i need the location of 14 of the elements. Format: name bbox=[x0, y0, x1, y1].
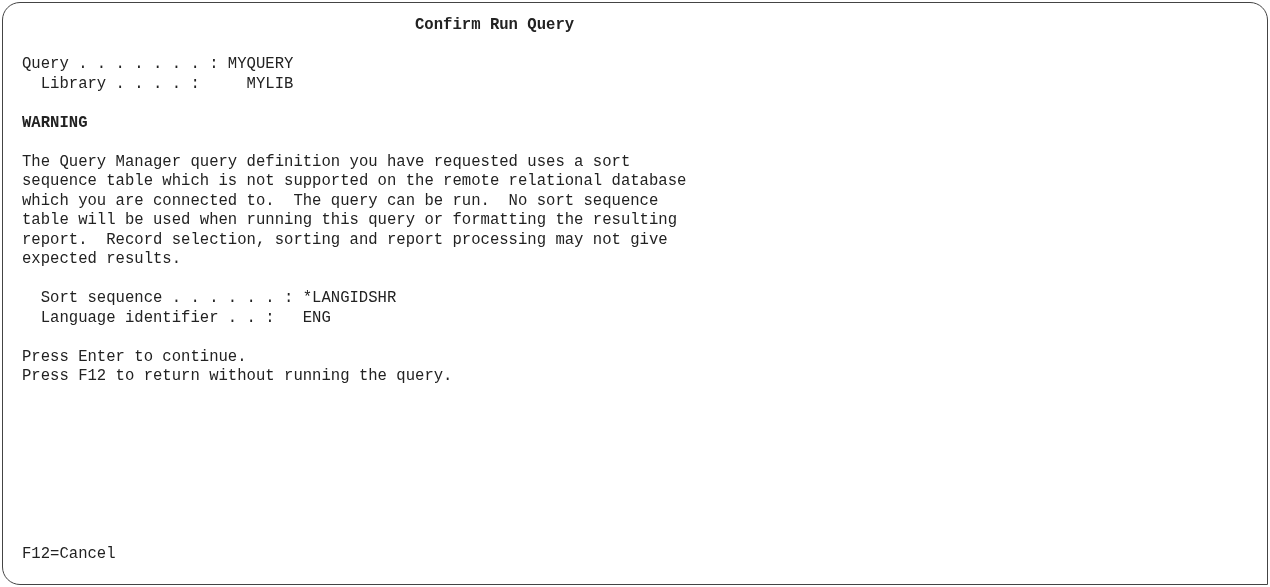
field-value: *LANGIDSHR bbox=[302, 289, 397, 309]
field-label: Query . . . . . . . : bbox=[22, 55, 220, 75]
instruction-text: Press Enter to continue. bbox=[22, 347, 248, 367]
field-label: Sort sequence . . . . . . : bbox=[40, 289, 295, 309]
warning-heading: WARNING bbox=[22, 113, 88, 133]
function-key-label: F12=Cancel bbox=[22, 544, 116, 563]
screen-title: Confirm Run Query bbox=[414, 16, 575, 36]
warning-message: The Query Manager query definition you have requested uses a sort sequence table which is not supported on the remote relational database which you are connected to. The query can be run. No sort sequence table will be used when running this query or formatting the resulting report. Record selection, sorting and report processing may not give expected results. bbox=[22, 152, 687, 270]
field-label: Library . . . . : bbox=[40, 74, 201, 94]
field-label: Language identifier . . : bbox=[40, 308, 276, 328]
field-value: MYQUERY bbox=[227, 55, 294, 75]
field-value: ENG bbox=[302, 308, 331, 328]
field-value: MYLIB bbox=[246, 74, 294, 94]
instruction-text: Press F12 to return without running the query. bbox=[22, 367, 453, 387]
